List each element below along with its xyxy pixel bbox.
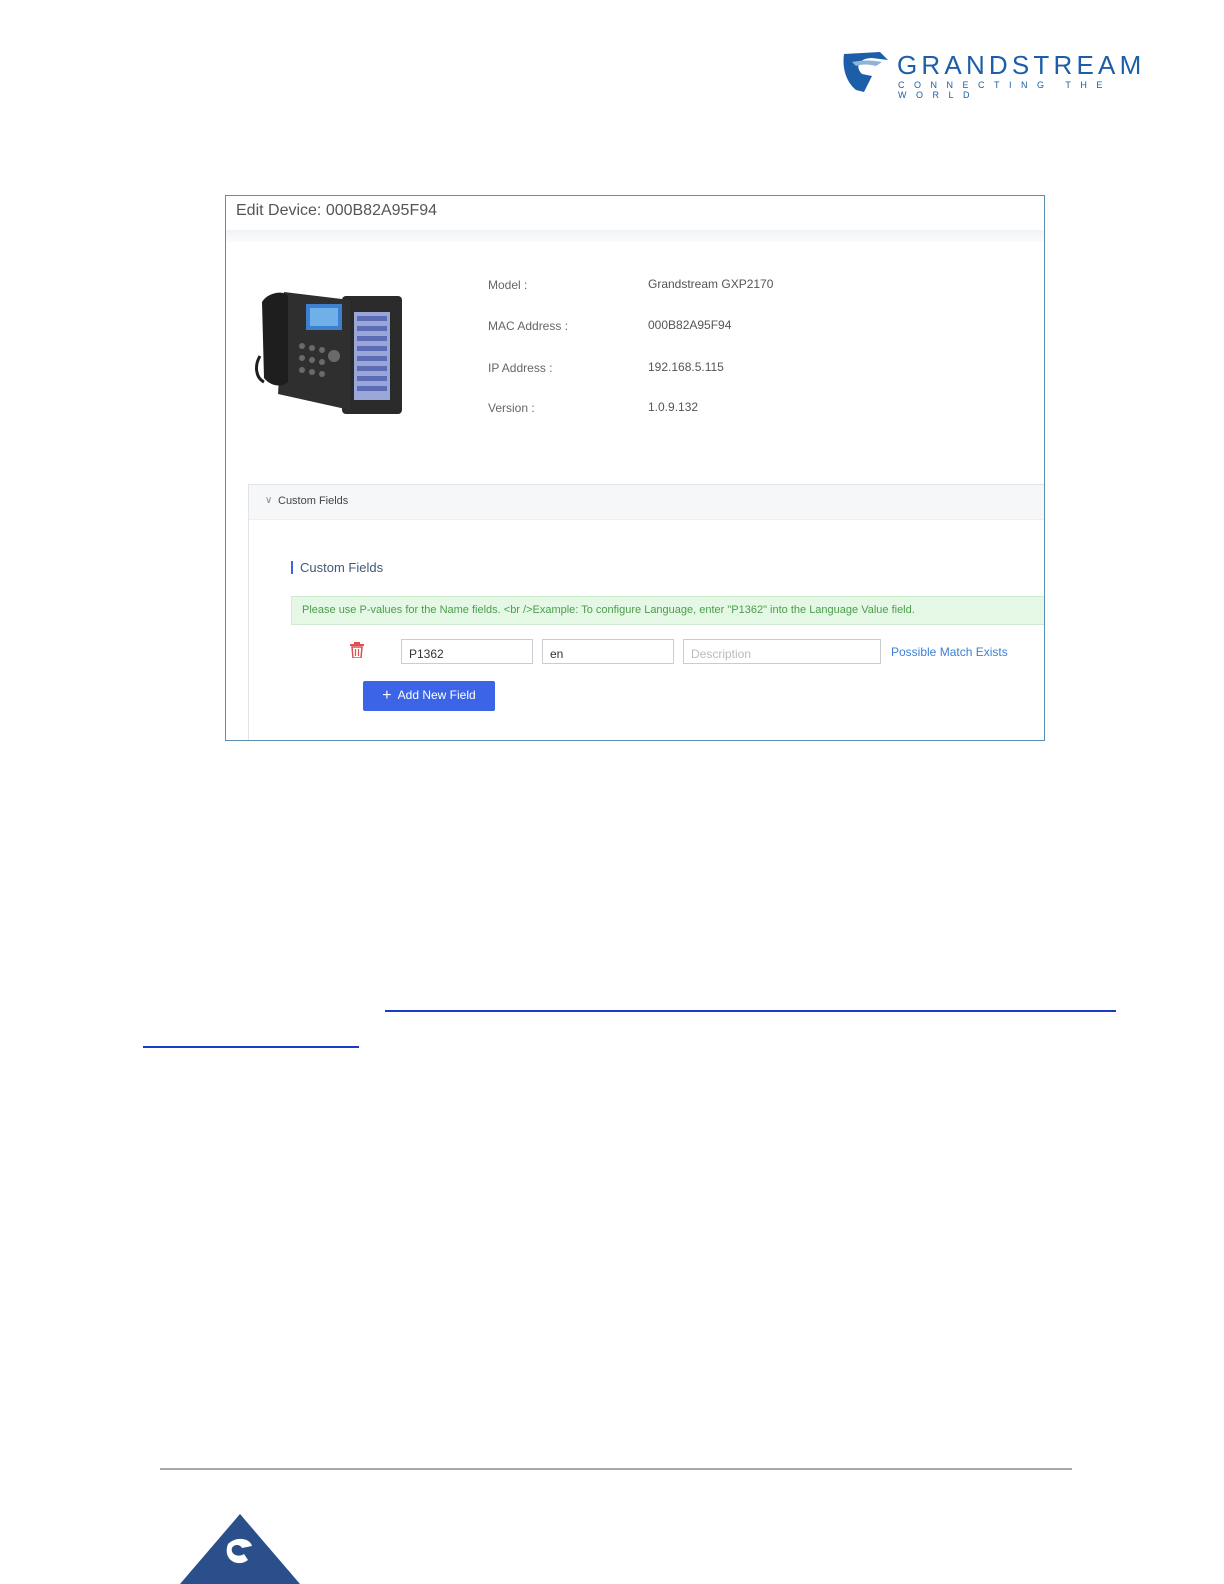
- ip-address-value: 192.168.5.115: [648, 360, 724, 374]
- logo-wordmark: GRANDSTREAM: [897, 50, 1146, 80]
- grandstream-logo-icon: [843, 52, 888, 92]
- ip-address-label: IP Address :: [488, 361, 553, 375]
- chevron-down-icon[interactable]: ∨: [265, 495, 272, 506]
- panel-title: Edit Device: 000B82A95F94: [236, 202, 438, 219]
- add-new-field-button[interactable]: + Add New Field: [363, 681, 495, 711]
- custom-fields-collapse-header[interactable]: ∨ Custom Fields: [249, 485, 1044, 520]
- possible-match-link[interactable]: Possible Match Exists: [891, 645, 1008, 659]
- ip-phone-image: [255, 292, 402, 414]
- plus-icon: +: [382, 687, 392, 704]
- hyperlink-underline[interactable]: [143, 1046, 359, 1048]
- model-value: Grandstream GXP2170: [648, 277, 774, 291]
- panel-title-divider: [226, 230, 1044, 242]
- edit-device-panel: Edit Device: 000B82A95F94 Model : Grands…: [225, 195, 1045, 741]
- version-value: 1.0.9.132: [648, 400, 699, 414]
- add-new-field-label: Add New Field: [397, 688, 476, 702]
- custom-fields-panel: ∨ Custom Fields Custom Fields Please use…: [248, 484, 1044, 740]
- section-accent-bar: [291, 561, 293, 574]
- custom-fields-section-title: Custom Fields: [300, 560, 384, 575]
- mac-address-label: MAC Address :: [488, 319, 569, 333]
- footer-logo-icon: [180, 1514, 300, 1584]
- mac-address-value: 000B82A95F94: [648, 318, 732, 332]
- field-value-input[interactable]: [542, 639, 674, 664]
- model-label: Model :: [488, 278, 528, 292]
- footer-divider: [160, 1468, 1072, 1470]
- logo-tagline: CONNECTING THE WORLD: [898, 80, 1112, 100]
- field-description-input[interactable]: [683, 639, 881, 664]
- grandstream-logo: GRANDSTREAM CONNECTING THE WORLD: [842, 50, 1172, 100]
- field-name-input[interactable]: [401, 639, 533, 664]
- custom-fields-hint: Please use P-values for the Name fields.…: [291, 596, 1044, 625]
- hyperlink-underline[interactable]: [385, 1010, 1116, 1012]
- version-label: Version :: [488, 401, 535, 415]
- custom-fields-collapse-label[interactable]: Custom Fields: [278, 495, 348, 507]
- delete-icon[interactable]: [350, 642, 364, 658]
